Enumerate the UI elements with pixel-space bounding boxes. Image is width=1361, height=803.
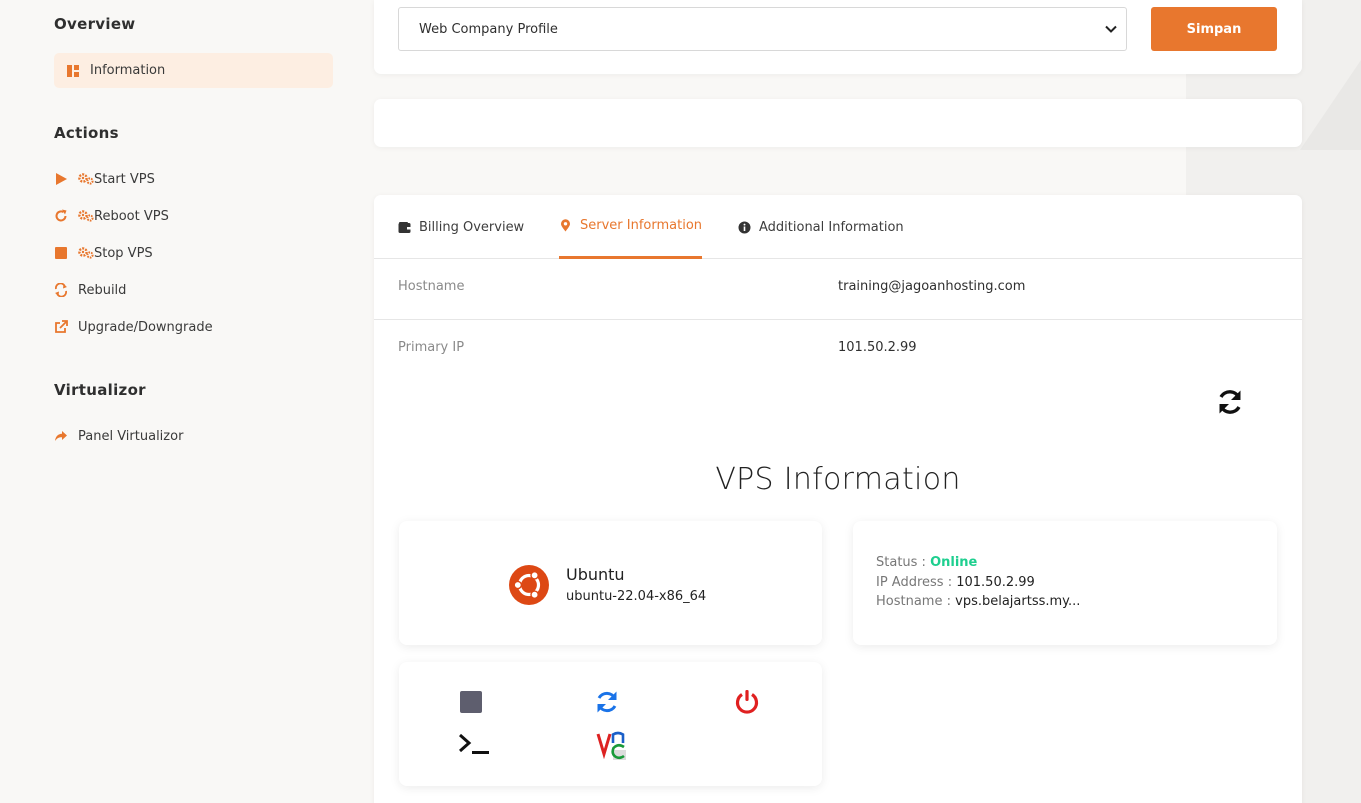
share-arrow-icon	[54, 429, 68, 443]
primary-ip-row: Primary IP 101.50.2.99	[374, 320, 1302, 381]
hostname-row: Hostname training@jagoanhosting.com	[374, 259, 1302, 320]
sidebar-item-label: Upgrade/Downgrade	[78, 319, 213, 335]
hostname-value: training@jagoanhosting.com	[838, 279, 1026, 294]
tab-additional-information[interactable]: Additional Information	[738, 195, 904, 259]
sidebar-item-upgrade-downgrade[interactable]: Upgrade/Downgrade	[54, 317, 213, 337]
sidebar: Overview Information Actions Start VPS R…	[0, 0, 350, 803]
sidebar-item-label: Rebuild	[78, 282, 127, 298]
stop-icon	[54, 246, 68, 260]
hostname-label: Hostname	[398, 279, 465, 294]
tab-label: Additional Information	[759, 219, 904, 235]
status-label: Status :	[876, 555, 926, 570]
status-line: Status : Online	[876, 555, 977, 570]
vps-information-title: VPS Information	[715, 462, 961, 497]
primary-ip-value: 101.50.2.99	[838, 340, 917, 355]
stop-icon[interactable]	[458, 689, 484, 715]
sidebar-item-information[interactable]: Information	[54, 53, 333, 88]
dashboard-icon	[66, 64, 80, 78]
status-value: Online	[930, 555, 978, 570]
sidebar-item-rebuild[interactable]: Rebuild	[54, 280, 126, 300]
vps-actions-card	[399, 662, 822, 786]
tab-billing-overview[interactable]: Billing Overview	[398, 195, 524, 259]
actions-heading: Actions	[54, 124, 119, 142]
tab-label: Billing Overview	[419, 219, 525, 235]
terminal-icon[interactable]	[458, 731, 492, 757]
product-select[interactable]: Web Company Profile	[398, 7, 1127, 51]
save-button[interactable]: Simpan	[1151, 7, 1277, 51]
gears-icon	[78, 209, 94, 223]
sidebar-item-start-vps[interactable]: Start VPS	[54, 169, 155, 189]
os-card: Ubuntu ubuntu-22.04-x86_64	[399, 521, 822, 645]
refresh-icon[interactable]	[1215, 387, 1245, 417]
tab-bar: Billing Overview Server Information Addi…	[374, 195, 1302, 259]
sidebar-item-label: Reboot VPS	[94, 208, 169, 224]
chevron-down-icon	[1105, 25, 1117, 33]
gears-icon	[78, 246, 94, 260]
primary-ip-label: Primary IP	[398, 340, 465, 355]
empty-card	[374, 99, 1302, 147]
exchange-icon	[54, 283, 68, 297]
sidebar-item-panel-virtualizor[interactable]: Panel Virtualizor	[54, 426, 183, 446]
wallet-icon	[398, 221, 411, 234]
sidebar-item-label: Stop VPS	[94, 245, 153, 261]
play-icon	[54, 172, 68, 186]
ip-address-label: IP Address :	[876, 575, 953, 590]
os-version: ubuntu-22.04-x86_64	[566, 589, 707, 604]
info-circle-icon	[738, 221, 751, 234]
sidebar-item-label: Start VPS	[94, 171, 155, 187]
sidebar-item-stop-vps[interactable]: Stop VPS	[54, 243, 153, 263]
external-link-icon	[54, 320, 68, 334]
tab-server-information[interactable]: Server Information	[559, 195, 703, 259]
vps-hostname-label: Hostname :	[876, 594, 951, 609]
vnc-icon[interactable]	[596, 730, 626, 760]
vps-hostname-value: vps.belajartss.my...	[955, 594, 1081, 609]
ip-address-value: 101.50.2.99	[956, 575, 1035, 590]
overview-heading: Overview	[54, 15, 136, 33]
sidebar-item-label: Panel Virtualizor	[78, 428, 184, 444]
virtualizor-heading: Virtualizor	[54, 381, 146, 399]
status-card: Status : Online IP Address : 101.50.2.99…	[853, 521, 1277, 645]
gears-icon	[78, 172, 94, 186]
product-select-value: Web Company Profile	[419, 21, 558, 37]
os-name: Ubuntu	[566, 565, 625, 584]
ubuntu-logo-icon	[509, 565, 549, 605]
sidebar-item-label: Information	[90, 63, 166, 78]
rotate-icon	[54, 209, 68, 223]
restart-icon[interactable]	[594, 689, 620, 715]
map-pin-icon	[559, 219, 572, 232]
tab-label: Server Information	[580, 218, 703, 233]
vps-hostname-line: Hostname : vps.belajartss.my...	[876, 594, 1080, 609]
ip-address-line: IP Address : 101.50.2.99	[876, 575, 1035, 590]
sidebar-item-reboot-vps[interactable]: Reboot VPS	[54, 206, 169, 226]
power-icon[interactable]	[734, 689, 760, 715]
